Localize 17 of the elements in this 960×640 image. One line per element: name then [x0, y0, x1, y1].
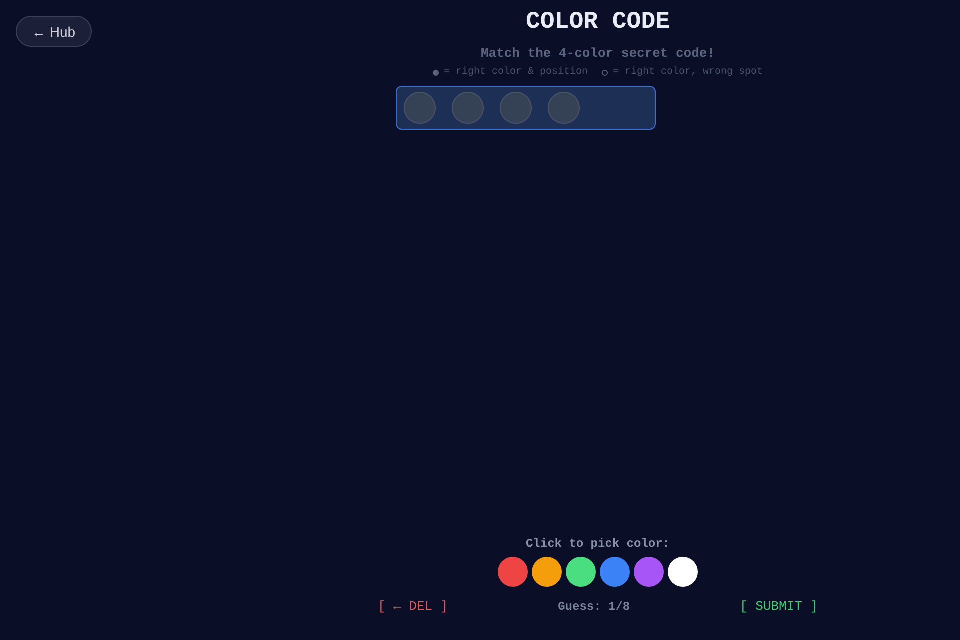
game-title: COLOR CODE	[526, 8, 670, 38]
filled-dot-icon	[432, 70, 439, 76]
guess-counter: Guess: 1/8	[558, 600, 630, 614]
subtitle: Match the 4-color secret code!	[480, 46, 716, 61]
color-swatch[interactable]	[498, 557, 528, 587]
delete-button[interactable]: [ ← DEL ]	[378, 599, 448, 614]
color-swatch[interactable]	[600, 557, 630, 587]
legend-text: = right color, wrong spot	[613, 67, 764, 78]
submit-button[interactable]: [ SUBMIT ]	[740, 599, 818, 614]
color-swatch[interactable]	[566, 557, 596, 587]
legend-text: = right color & position	[444, 67, 588, 78]
back-button[interactable]: ← Hub	[16, 16, 92, 47]
color-swatch[interactable]	[532, 557, 562, 587]
color-swatch[interactable]	[668, 557, 698, 587]
palette-label: Click to pick color:	[526, 537, 670, 551]
hollow-dot-icon	[602, 70, 608, 76]
color-swatch[interactable]	[634, 557, 664, 587]
